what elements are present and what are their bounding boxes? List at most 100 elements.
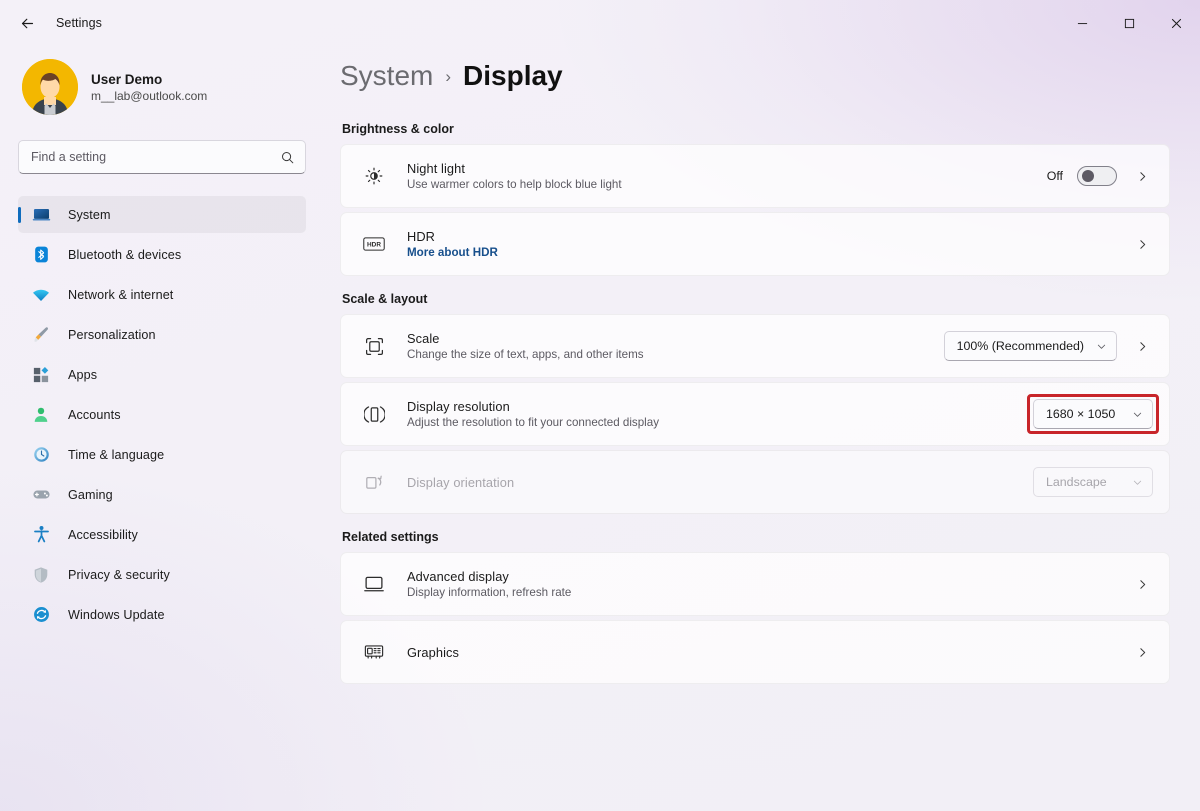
row-text: HDR More about HDR bbox=[407, 229, 1131, 259]
bluetooth-icon bbox=[30, 244, 52, 266]
accounts-person-icon bbox=[30, 404, 52, 426]
monitor-icon bbox=[359, 573, 389, 595]
row-controls: Landscape bbox=[1033, 467, 1153, 497]
row-advanced-display[interactable]: Advanced display Display information, re… bbox=[340, 552, 1170, 616]
sidebar-item-accounts[interactable]: Accounts bbox=[18, 396, 306, 433]
account-email: m__lab@outlook.com bbox=[91, 89, 207, 103]
chevron-right-icon[interactable] bbox=[1131, 165, 1153, 187]
svg-text:HDR: HDR bbox=[367, 242, 381, 249]
section-related-settings: Advanced display Display information, re… bbox=[340, 552, 1170, 684]
chevron-down-icon bbox=[1132, 409, 1143, 420]
chevron-right-icon[interactable] bbox=[1131, 335, 1153, 357]
section-heading-related-settings: Related settings bbox=[342, 530, 1170, 544]
network-wifi-icon bbox=[30, 284, 52, 306]
close-icon bbox=[1171, 18, 1182, 29]
more-about-hdr-link[interactable]: More about HDR bbox=[407, 246, 1131, 259]
sidebar-item-label: Gaming bbox=[68, 488, 113, 502]
maximize-button[interactable] bbox=[1106, 0, 1153, 46]
display-orientation-value: Landscape bbox=[1046, 475, 1107, 489]
sidebar-nav: System Bluetooth & devices bbox=[18, 196, 306, 633]
scale-dropdown-value: 100% (Recommended) bbox=[957, 339, 1084, 353]
sidebar-item-label: Accessibility bbox=[68, 528, 138, 542]
gamepad-icon bbox=[30, 484, 52, 506]
sidebar-item-label: System bbox=[68, 208, 111, 222]
sidebar-item-network-internet[interactable]: Network & internet bbox=[18, 276, 306, 313]
graphics-card-icon bbox=[359, 641, 389, 663]
paintbrush-icon bbox=[30, 324, 52, 346]
sidebar-item-system[interactable]: System bbox=[18, 196, 306, 233]
sidebar-item-label: Windows Update bbox=[68, 608, 165, 622]
sidebar-item-time-language[interactable]: Time & language bbox=[18, 436, 306, 473]
row-controls bbox=[1131, 233, 1153, 255]
row-subtitle: Adjust the resolution to fit your connec… bbox=[407, 416, 1033, 429]
account-text: User Demo m__lab@outlook.com bbox=[91, 72, 207, 103]
account-name: User Demo bbox=[91, 72, 207, 87]
sidebar-item-privacy-security[interactable]: Privacy & security bbox=[18, 556, 306, 593]
night-light-sun-icon bbox=[359, 166, 389, 186]
row-subtitle: Display information, refresh rate bbox=[407, 586, 1131, 599]
section-scale-layout: Scale Change the size of text, apps, and… bbox=[340, 314, 1170, 514]
row-title: Night light bbox=[407, 161, 1047, 176]
row-text: Graphics bbox=[407, 645, 1131, 660]
minimize-button[interactable] bbox=[1059, 0, 1106, 46]
account-block[interactable]: User Demo m__lab@outlook.com bbox=[18, 46, 306, 120]
section-heading-scale-layout: Scale & layout bbox=[342, 292, 1170, 306]
sidebar: User Demo m__lab@outlook.com bbox=[0, 46, 320, 811]
clock-icon bbox=[30, 444, 52, 466]
search-box[interactable] bbox=[18, 140, 306, 174]
row-title: Scale bbox=[407, 331, 944, 346]
shield-icon bbox=[30, 564, 52, 586]
section-brightness-color: Night light Use warmer colors to help bl… bbox=[340, 144, 1170, 276]
row-title: HDR bbox=[407, 229, 1131, 244]
row-display-resolution[interactable]: Display resolution Adjust the resolution… bbox=[340, 382, 1170, 446]
sidebar-item-bluetooth-devices[interactable]: Bluetooth & devices bbox=[18, 236, 306, 273]
row-controls: 100% (Recommended) bbox=[944, 331, 1153, 361]
sidebar-item-personalization[interactable]: Personalization bbox=[18, 316, 306, 353]
apps-icon bbox=[30, 364, 52, 386]
row-controls bbox=[1131, 641, 1153, 663]
sidebar-item-label: Apps bbox=[68, 368, 97, 382]
avatar bbox=[22, 59, 78, 115]
row-title: Graphics bbox=[407, 645, 1131, 660]
app-title: Settings bbox=[56, 16, 102, 30]
row-text: Display orientation bbox=[407, 475, 1033, 490]
section-heading-brightness-color: Brightness & color bbox=[342, 122, 1170, 136]
sidebar-item-accessibility[interactable]: Accessibility bbox=[18, 516, 306, 553]
maximize-icon bbox=[1124, 18, 1135, 29]
page-title: Display bbox=[463, 60, 563, 92]
row-display-orientation: Display orientation Landscape bbox=[340, 450, 1170, 514]
row-scale[interactable]: Scale Change the size of text, apps, and… bbox=[340, 314, 1170, 378]
night-light-toggle-label: Off bbox=[1047, 169, 1063, 183]
row-controls: Off bbox=[1047, 165, 1153, 187]
window-body: User Demo m__lab@outlook.com bbox=[0, 46, 1200, 811]
row-subtitle: Change the size of text, apps, and other… bbox=[407, 348, 944, 361]
sidebar-item-gaming[interactable]: Gaming bbox=[18, 476, 306, 513]
chevron-down-icon bbox=[1132, 477, 1143, 488]
scale-dropdown[interactable]: 100% (Recommended) bbox=[944, 331, 1117, 361]
chevron-right-icon[interactable] bbox=[1131, 233, 1153, 255]
content-pane: System › Display Brightness & color bbox=[320, 46, 1200, 811]
sidebar-item-windows-update[interactable]: Windows Update bbox=[18, 596, 306, 633]
back-button[interactable] bbox=[10, 6, 44, 40]
row-night-light[interactable]: Night light Use warmer colors to help bl… bbox=[340, 144, 1170, 208]
sidebar-item-apps[interactable]: Apps bbox=[18, 356, 306, 393]
windows-update-icon bbox=[30, 604, 52, 626]
row-controls bbox=[1131, 573, 1153, 595]
row-controls: 1680 × 1050 bbox=[1033, 399, 1153, 429]
close-button[interactable] bbox=[1153, 0, 1200, 46]
display-resolution-dropdown[interactable]: 1680 × 1050 bbox=[1033, 399, 1153, 429]
back-arrow-icon bbox=[19, 15, 36, 32]
row-graphics[interactable]: Graphics bbox=[340, 620, 1170, 684]
sidebar-item-label: Personalization bbox=[68, 328, 156, 342]
search-icon[interactable] bbox=[280, 150, 295, 165]
chevron-right-icon[interactable] bbox=[1131, 573, 1153, 595]
sidebar-item-label: Privacy & security bbox=[68, 568, 170, 582]
breadcrumb-parent-link[interactable]: System bbox=[340, 60, 433, 92]
night-light-toggle[interactable] bbox=[1077, 166, 1117, 186]
hdr-icon: HDR bbox=[359, 233, 389, 255]
chevron-right-icon[interactable] bbox=[1131, 641, 1153, 663]
search-input[interactable] bbox=[31, 150, 280, 164]
row-hdr[interactable]: HDR HDR More about HDR bbox=[340, 212, 1170, 276]
chevron-right-icon: › bbox=[445, 67, 451, 87]
row-text: Display resolution Adjust the resolution… bbox=[407, 399, 1033, 429]
